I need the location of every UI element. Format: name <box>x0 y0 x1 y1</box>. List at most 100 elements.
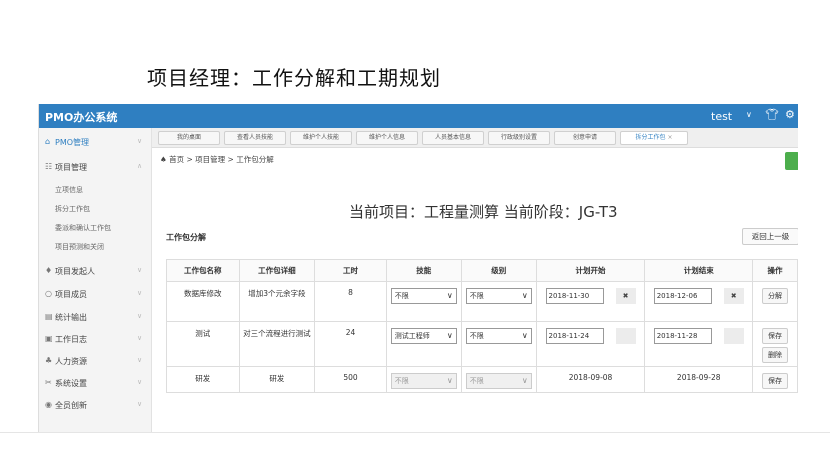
save-button[interactable]: 保存 <box>762 328 789 344</box>
sidebar-item-label: 项目成员 <box>55 290 87 299</box>
grid-icon: ☷ <box>45 162 53 171</box>
start-date-input[interactable]: 2018-11-24 <box>545 328 604 344</box>
package-name: 数据库修改 <box>166 281 240 322</box>
sidebar-item-label: 系统设置 <box>55 379 87 388</box>
app-brand: PMO办公系统 <box>45 111 118 124</box>
end-date: 2018-09-28 <box>644 366 754 393</box>
close-icon[interactable]: × <box>667 134 672 141</box>
tab-split-package[interactable]: 拆分工作包 × <box>620 131 688 145</box>
tab-admin-level[interactable]: 行政级别设置 <box>488 131 550 145</box>
header-hours: 工时 <box>314 259 387 282</box>
skill-value: 测试工程师 <box>394 332 430 340</box>
package-hours: 500 <box>314 366 387 393</box>
tab-label: 拆分工作包 <box>635 134 666 141</box>
header-skill: 技能 <box>385 259 462 282</box>
package-detail: 对三个流程进行测试 <box>238 321 316 367</box>
work-package-table: 工作包名称 工作包详细 工时 技能 级别 计划开始 计划结束 操作 数据库修改 … <box>166 259 798 393</box>
slide-title: 项目经理：工作分解和工期规划 <box>147 66 441 90</box>
green-action-button[interactable] <box>785 152 798 170</box>
chevron-down-icon: ∨ <box>446 331 453 340</box>
clear-end-icon[interactable] <box>723 328 744 344</box>
tab-maintain-info[interactable]: 维护个人信息 <box>356 131 418 145</box>
package-hours: 24 <box>314 321 387 367</box>
tab-desktop[interactable]: 我的桌面 <box>158 131 220 145</box>
end-date-input[interactable]: 2018-11-28 <box>653 328 712 344</box>
level-select[interactable]: 不限 ∨ <box>465 328 532 344</box>
sidebar-subitem[interactable]: 委派和确认工作包 <box>55 223 111 233</box>
topbar: PMO办公系统 test ∨ 👕︎ ⚙ <box>39 104 798 128</box>
chevron-down-icon[interactable]: ∨ <box>746 110 752 119</box>
member-icon: ○ <box>45 289 52 298</box>
app-window: PMO办公系统 test ∨ 👕︎ ⚙ ⌂ PMO管理 ∨ ☷ 项目管理 ∧ 立… <box>38 104 798 432</box>
tab-idea-apply[interactable]: 创意申请 <box>554 131 616 145</box>
skill-select-disabled: 不限 ∨ <box>390 373 457 389</box>
tab-staff-info[interactable]: 人员基本信息 <box>422 131 484 145</box>
start-date-input[interactable]: 2018-11-30 <box>545 288 604 304</box>
sidebar-item-label: 工作日志 <box>55 335 87 344</box>
tab-maintain-skills[interactable]: 维护个人技能 <box>290 131 352 145</box>
settings-icon[interactable]: ⚙ <box>785 108 795 121</box>
chevron-up-icon: ∧ <box>137 162 143 170</box>
chevron-down-icon: ∨ <box>137 137 143 145</box>
package-detail: 研发 <box>238 366 316 393</box>
header-name: 工作包名称 <box>166 259 240 282</box>
wrench-icon: ✂ <box>45 378 52 387</box>
header-start: 计划开始 <box>535 259 646 282</box>
sidebar-subitem[interactable]: 立项信息 <box>55 185 83 195</box>
table-row: 研发 研发 500 不限 ∨ 不限 ∨ 2018-09-08 2018-09-28 … <box>166 366 798 393</box>
sidebar: ⌂ PMO管理 ∨ ☷ 项目管理 ∧ 立项信息 拆分工作包 委派和确认工作包 项… <box>39 128 152 432</box>
chevron-down-icon: ∨ <box>137 312 143 320</box>
sidebar-item-label: 项目管理 <box>55 163 87 172</box>
shirt-icon[interactable]: 👕︎ <box>765 108 779 121</box>
header-detail: 工作包详细 <box>238 259 316 282</box>
chevron-down-icon: ∨ <box>137 378 143 386</box>
end-date-input[interactable]: 2018-12-06 <box>653 288 712 304</box>
clear-start-icon[interactable] <box>615 328 636 344</box>
back-button[interactable]: 返回上一级 <box>742 228 798 245</box>
chevron-down-icon: ∨ <box>521 291 528 300</box>
skill-value: 不限 <box>394 292 409 300</box>
delete-button[interactable]: 删除 <box>762 347 789 363</box>
package-name: 研发 <box>166 366 240 393</box>
skill-select[interactable]: 不限 ∨ <box>390 288 457 304</box>
chevron-down-icon: ∨ <box>137 400 143 408</box>
chevron-down-icon: ∨ <box>521 331 528 340</box>
package-hours: 8 <box>314 281 387 322</box>
tab-view-skills[interactable]: 查看人员技能 <box>224 131 286 145</box>
sidebar-subitem[interactable]: 项目预测和关闭 <box>55 242 104 252</box>
sidebar-item-label: PMO管理 <box>55 138 90 147</box>
clear-start-icon[interactable]: ✖ <box>615 288 636 304</box>
start-date: 2018-09-08 <box>535 366 646 393</box>
chevron-down-icon: ∨ <box>137 289 143 297</box>
table-row: 数据库修改 增加3个元余字段 8 不限 ∨ 不限 ∨ 2018-11-30 ✖ 201… <box>166 281 798 322</box>
split-button[interactable]: 分解 <box>762 288 789 304</box>
user-icon: ♦ <box>45 266 53 275</box>
bulb-icon: ◉ <box>45 400 52 409</box>
skill-select[interactable]: 测试工程师 ∨ <box>390 328 457 344</box>
header-end: 计划结束 <box>644 259 754 282</box>
package-name: 测试 <box>166 321 240 367</box>
save-button[interactable]: 保存 <box>762 373 789 389</box>
level-value: 不限 <box>469 332 484 340</box>
level-value: 不限 <box>469 377 484 385</box>
header-actions: 操作 <box>752 259 798 282</box>
sidebar-subitem[interactable]: 拆分工作包 <box>55 204 90 214</box>
section-title: 工作包分解 <box>166 233 206 242</box>
people-icon: ♣ <box>45 356 53 365</box>
sidebar-item-label: 统计输出 <box>55 313 87 322</box>
table-header-row: 工作包名称 工作包详细 工时 技能 级别 计划开始 计划结束 操作 <box>166 259 798 282</box>
package-detail: 增加3个元余字段 <box>238 281 316 322</box>
log-icon: ▣ <box>45 334 53 343</box>
slide-divider <box>0 432 830 433</box>
level-select[interactable]: 不限 ∨ <box>465 288 532 304</box>
chevron-down-icon: ∨ <box>137 356 143 364</box>
sidebar-item-label: 人力资源 <box>55 357 87 366</box>
level-value: 不限 <box>469 292 484 300</box>
breadcrumb: ♠ 首页 > 项目管理 > 工作包分解 <box>160 155 274 164</box>
chart-icon: ▤ <box>45 312 53 321</box>
user-name[interactable]: test <box>711 110 732 123</box>
table-row: 测试 对三个流程进行测试 24 测试工程师 ∨ 不限 ∨ 2018-11-24 20… <box>166 321 798 367</box>
clear-end-icon[interactable]: ✖ <box>723 288 744 304</box>
chevron-down-icon: ∨ <box>446 376 453 385</box>
current-project-heading: 当前项目：工程量测算 当前阶段：JG-T3 <box>349 203 618 221</box>
